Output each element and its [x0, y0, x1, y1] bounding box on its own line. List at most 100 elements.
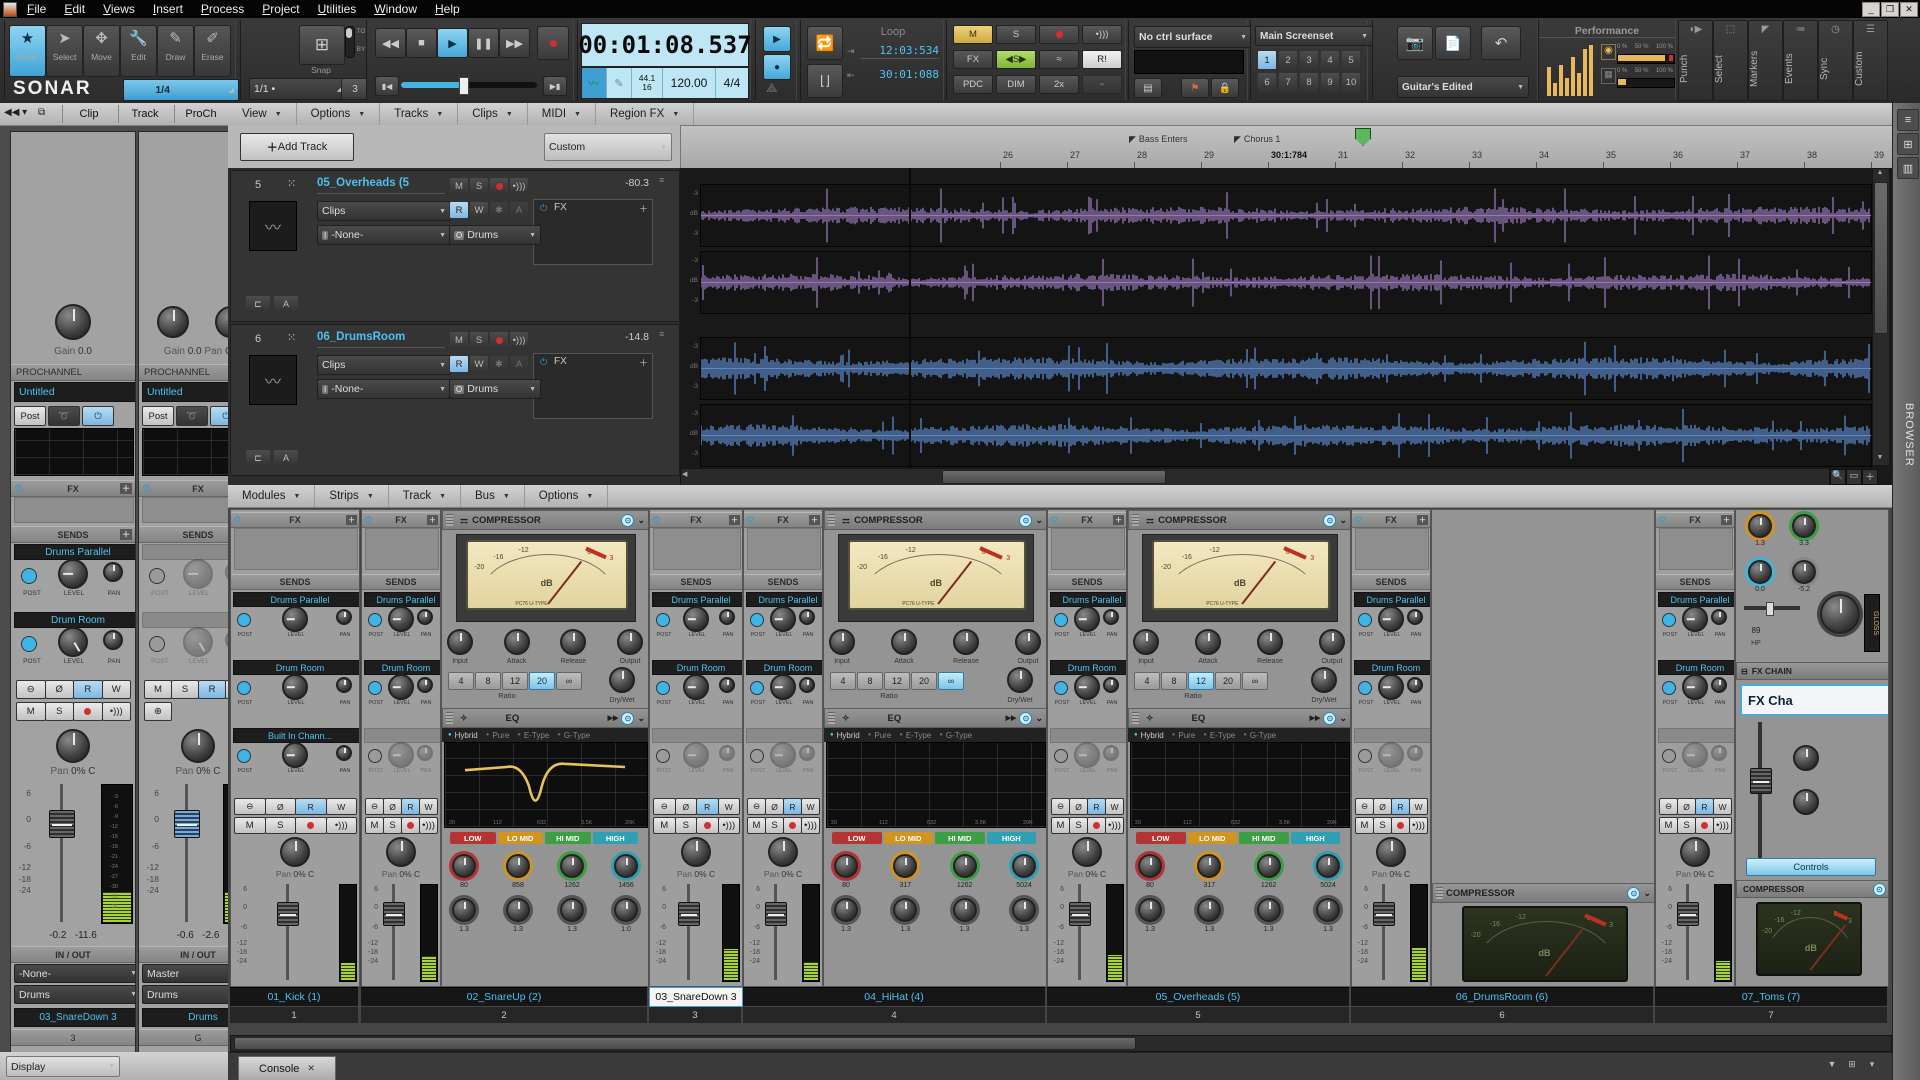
pan-knob[interactable]	[1376, 837, 1406, 867]
track-header[interactable]: 6⁙06_DrumsRoomMS•)))-14.8≡〰Clips▼RW✱A⏻ F…	[230, 324, 680, 476]
transport-rewind-button[interactable]: ◀◀	[375, 28, 406, 58]
send-add-icon[interactable]: ＋	[120, 529, 132, 540]
v-scroll-thumb[interactable]	[1874, 182, 1888, 334]
fx-add-icon[interactable]: ＋	[346, 515, 357, 525]
inspector-tab-proch[interactable]: ProCh	[174, 105, 227, 123]
send-post-button[interactable]	[656, 681, 670, 695]
send-pan-knob[interactable]	[1407, 745, 1423, 761]
eq-freq-knob[interactable]	[560, 854, 584, 878]
strip-button2-0[interactable]: M	[1051, 817, 1070, 834]
volume-fader[interactable]	[174, 810, 200, 838]
send-level-knob[interactable]	[282, 606, 308, 632]
fx-add-icon[interactable]: ＋	[1113, 515, 1124, 525]
eq-freq-knob[interactable]	[452, 854, 476, 878]
send-name[interactable]: Drums Parallel	[14, 544, 136, 560]
strip-button2-1[interactable]: S	[265, 817, 297, 834]
ratio-1-button[interactable]: 4	[830, 672, 856, 690]
fx-bin[interactable]	[1355, 528, 1429, 570]
send-post-button[interactable]	[21, 568, 37, 584]
fx-chain-header[interactable]: ⊟FX CHAIN	[1736, 662, 1889, 680]
send-level-knob[interactable]	[1378, 674, 1404, 700]
pan-knob[interactable]	[215, 306, 228, 338]
send-post-button[interactable]	[1054, 613, 1068, 627]
ratio-4-button[interactable]: 20	[911, 672, 937, 690]
screenset-6-button[interactable]: 6	[1257, 72, 1277, 92]
strip-number[interactable]: 6	[1351, 1007, 1653, 1023]
strip-name[interactable]: 05_Overheads (5)	[1047, 987, 1349, 1006]
strip-button-1[interactable]: Ø	[675, 798, 698, 815]
send-name[interactable]: Drums Parallel	[364, 592, 441, 607]
tool-move-button[interactable]: ✥Move	[83, 25, 120, 77]
fx-add-icon[interactable]: ＋	[120, 483, 132, 494]
fx-chain-knob[interactable]	[1793, 789, 1819, 815]
trackview-menu-midi[interactable]: MIDI▼	[528, 103, 596, 125]
go-end-button[interactable]: ▶▮	[543, 76, 567, 96]
strip-button2-2[interactable]	[696, 817, 719, 834]
fx-bin[interactable]	[1659, 528, 1733, 570]
module-power-button[interactable]: ⊙	[1323, 712, 1336, 725]
ratio-2-button[interactable]: 8	[1161, 672, 1187, 690]
toms-eq-knob[interactable]	[1748, 560, 1772, 584]
strip-meter[interactable]	[420, 884, 438, 982]
send-pan-knob[interactable]	[1407, 677, 1423, 693]
compressor-module-header[interactable]: COMPRESSOR⊙	[1736, 880, 1889, 898]
mix-grid-R-button[interactable]: R!	[1082, 50, 1122, 69]
waveform-lane[interactable]	[700, 251, 1872, 314]
send-post-button[interactable]	[656, 613, 670, 627]
eq-q-knob[interactable]	[953, 898, 977, 922]
send-level-knob[interactable]	[1682, 674, 1708, 700]
mix-grid-icon-button[interactable]: ⌁	[1082, 75, 1122, 94]
send-level-knob[interactable]	[58, 559, 88, 589]
prochannel-power-button[interactable]: ⏻	[82, 406, 114, 426]
ratio-4-button[interactable]: 20	[1215, 672, 1241, 690]
send-name[interactable]	[652, 728, 743, 743]
trackview-menu-clips[interactable]: Clips▼	[458, 103, 528, 125]
module-collapse-icon[interactable]: ⌄	[637, 515, 645, 526]
eq-mode-dot[interactable]: ●	[939, 732, 943, 738]
marker-flag[interactable]: ◤Chorus 1	[1234, 129, 1324, 141]
pan-knob[interactable]	[768, 837, 798, 867]
eq-q-knob[interactable]	[1197, 898, 1221, 922]
inspector-tab-track[interactable]: Track	[118, 105, 171, 123]
drywet-knob[interactable]	[609, 667, 635, 693]
strip-button-0[interactable]: ⊖	[653, 798, 676, 815]
track-fx-bin[interactable]: ⏻ FX＋	[533, 199, 653, 265]
ratio-5-button[interactable]: ∞	[1242, 672, 1268, 690]
strip-name[interactable]: 03_SnareDown 3	[649, 987, 743, 1007]
volume-fader[interactable]	[1069, 902, 1091, 926]
send-level-knob[interactable]	[770, 674, 796, 700]
screenset-10-button[interactable]: 10	[1341, 72, 1361, 92]
comp-attack-knob[interactable]	[504, 629, 530, 655]
strip-name[interactable]: 06_DrumsRoom (6)	[1351, 987, 1653, 1006]
screenset-3-button[interactable]: 3	[1299, 50, 1319, 70]
strip-button2-3[interactable]: •)))	[1409, 817, 1428, 834]
send-name[interactable]	[1354, 728, 1431, 743]
strip-button2-3[interactable]: •)))	[718, 817, 741, 834]
eq-freq-knob[interactable]	[1138, 854, 1162, 878]
eq-mode-dot[interactable]: ●	[1172, 732, 1176, 738]
module-power-button[interactable]: ⊙	[621, 712, 634, 725]
send-post-button[interactable]	[1662, 613, 1676, 627]
send-post-button[interactable]	[237, 681, 251, 695]
send-name[interactable]: Drum Room	[652, 660, 743, 675]
fx-power-icon[interactable]: ⏻	[143, 483, 150, 494]
comp-output-knob[interactable]	[617, 629, 643, 655]
send-pan-knob[interactable]	[719, 677, 735, 693]
send-name[interactable]	[1050, 728, 1127, 743]
zoom-fit-icon[interactable]: ▭	[1846, 469, 1862, 485]
autom-button[interactable]: A	[509, 355, 529, 373]
mute-button[interactable]: M	[449, 331, 469, 349]
input-dropdown[interactable]: Master▼	[142, 964, 228, 983]
eq-freq-knob[interactable]	[1012, 854, 1036, 878]
mix-grid-icon-button[interactable]: •)))	[1082, 25, 1122, 44]
eq-thumbnail-graph[interactable]	[142, 428, 228, 476]
comp-output-knob[interactable]	[1319, 629, 1345, 655]
send-post-button[interactable]	[368, 681, 382, 695]
gain-knob[interactable]	[157, 306, 189, 338]
menu-item-help[interactable]: Help	[426, 2, 469, 16]
interleave-button[interactable]: ➰	[48, 406, 80, 426]
compressor-module-header[interactable]: ⚎COMPRESSOR⊙⌄	[442, 510, 649, 530]
send-level-knob[interactable]	[58, 627, 88, 657]
console-menu-modules[interactable]: Modules▼	[228, 485, 315, 507]
transport-stop-button[interactable]: ■	[406, 28, 437, 58]
